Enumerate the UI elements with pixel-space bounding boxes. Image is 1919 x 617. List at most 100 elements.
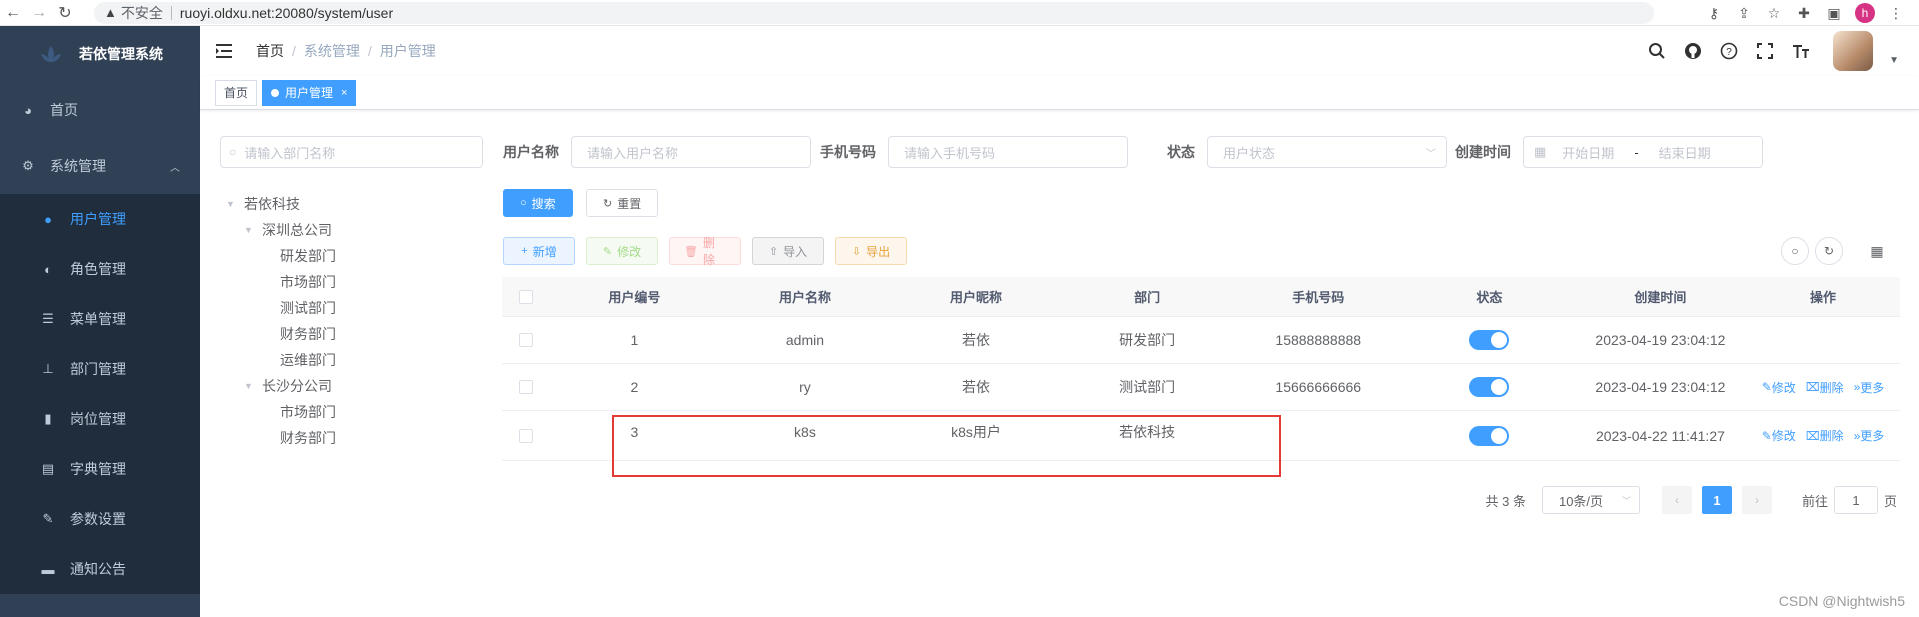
github-icon[interactable]	[1683, 41, 1703, 61]
double-arrow-right-icon: »	[1853, 380, 1861, 394]
question-icon[interactable]: ?	[1719, 41, 1739, 61]
tree-node[interactable]: 市场部门	[226, 399, 336, 425]
row-checkbox[interactable]	[502, 380, 549, 394]
dept-search-input[interactable]: ○ 请输入部门名称	[220, 136, 483, 168]
op-label: 修改	[1771, 380, 1796, 395]
caret-down-icon[interactable]: ▼	[244, 225, 256, 235]
edit-button[interactable]: ✎ 修改	[586, 237, 658, 265]
sidebar-item-user[interactable]: ● 用户管理	[0, 194, 200, 244]
profile-avatar[interactable]: h	[1855, 3, 1875, 23]
date-range-picker[interactable]: ▦ 开始日期 - 结束日期	[1523, 136, 1763, 168]
reload-icon[interactable]: ↻	[52, 0, 78, 26]
tag-home[interactable]: 首页	[215, 79, 258, 106]
font-size-icon[interactable]	[1791, 41, 1811, 61]
add-button[interactable]: + 新增	[503, 237, 575, 265]
phone-input[interactable]: 请输入手机号码	[888, 136, 1128, 168]
next-page-button[interactable]: ›	[1741, 486, 1772, 514]
export-button[interactable]: ⇩ 导出	[835, 237, 907, 265]
status-switch[interactable]	[1404, 377, 1575, 397]
caret-down-icon[interactable]: ▼	[244, 381, 256, 391]
sidebar-item-notice[interactable]: ▬ 通知公告	[0, 544, 200, 594]
tree-node[interactable]: ▼ 长沙分公司	[226, 373, 336, 399]
row-delete-link[interactable]: ⌧ 删除	[1806, 427, 1844, 444]
back-icon[interactable]: ←	[0, 0, 26, 26]
tree-node[interactable]: 运维部门	[226, 347, 336, 373]
search-button[interactable]: ○ 搜索	[503, 189, 573, 217]
hamburger-icon[interactable]	[216, 43, 236, 59]
svg-text:?: ?	[1726, 47, 1732, 58]
caret-down-icon[interactable]: ▼	[226, 199, 238, 209]
pagination-total: 共 3 条	[1485, 493, 1526, 509]
key-icon[interactable]: ⚷	[1705, 4, 1723, 22]
address-bar[interactable]: ▲ 不安全 ruoyi.oldxu.net:20080/system/user	[94, 1, 1654, 24]
tree-node[interactable]: 测试部门	[226, 295, 336, 321]
star-icon[interactable]: ☆	[1765, 4, 1783, 22]
fullscreen-icon[interactable]	[1755, 41, 1775, 61]
post-icon: ▮	[44, 411, 52, 426]
edit-icon: ✎	[1761, 428, 1772, 443]
status-select[interactable]: 用户状态 ﹀	[1207, 136, 1447, 168]
page-size-value: 10条/页	[1558, 493, 1604, 509]
row-delete-link[interactable]: ⌧ 删除	[1806, 379, 1844, 396]
username-input[interactable]: 请输入用户名称	[571, 136, 811, 168]
user-avatar[interactable]	[1833, 31, 1874, 71]
sidebar-item-dict[interactable]: ▤ 字典管理	[0, 444, 200, 494]
page-number[interactable]: 1	[1701, 486, 1732, 514]
forward-icon[interactable]: →	[26, 0, 52, 26]
search-icon[interactable]	[1647, 41, 1667, 61]
tag-user-management[interactable]: 用户管理 ×	[262, 79, 357, 106]
caret-down-icon[interactable]: ▼	[1889, 55, 1899, 66]
refresh-icon[interactable]: ↻	[1815, 237, 1843, 265]
sidebar-item-config[interactable]: ✎ 参数设置	[0, 494, 200, 544]
prev-page-button[interactable]: ‹	[1661, 486, 1692, 514]
import-button[interactable]: ⇧ 导入	[752, 237, 824, 265]
chevron-down-icon: ﹀	[1621, 495, 1631, 506]
row-edit-link[interactable]: ✎ 修改	[1762, 427, 1796, 444]
sidebar-item-label: 部门管理	[70, 361, 126, 377]
row-edit-link[interactable]: ✎ 修改	[1762, 379, 1796, 396]
sidebar-item-label: 角色管理	[70, 261, 126, 277]
share-icon[interactable]: ⇪	[1735, 4, 1753, 22]
logo-icon	[41, 46, 61, 62]
sidebar-item-label: 菜单管理	[70, 311, 126, 327]
sidebar-brand[interactable]: 若依管理系统	[0, 26, 200, 82]
page-size-select[interactable]: 10条/页 ﹀	[1541, 486, 1640, 514]
columns-grid-icon[interactable]: ▦	[1863, 237, 1891, 265]
select-all-checkbox[interactable]	[502, 289, 549, 304]
more-vert-icon[interactable]: ⋮	[1887, 4, 1905, 22]
tree-node[interactable]: 财务部门	[226, 321, 336, 347]
toggle-search-icon[interactable]: ○	[1781, 237, 1809, 265]
warning-icon: ▲	[104, 5, 117, 20]
pagination-goto: 前往 1 页	[1802, 486, 1897, 514]
tree-node[interactable]: 市场部门	[226, 269, 336, 295]
goto-page-input[interactable]: 1	[1833, 486, 1878, 514]
table-header: 用户编号 用户名称 用户昵称 部门 手机号码 状态 创建时间 操作	[502, 277, 1900, 317]
sidebar-item-menu[interactable]: ☰ 菜单管理	[0, 294, 200, 344]
upload-icon: ⇧	[768, 245, 779, 258]
extensions-icon[interactable]: ✚	[1795, 4, 1813, 22]
status-label: 状态	[1167, 144, 1195, 160]
reset-button[interactable]: ↻ 重置	[586, 189, 659, 217]
row-checkbox[interactable]	[502, 333, 549, 347]
delete-button[interactable]: 🗑 删除	[669, 236, 741, 267]
sidebar-item-dept[interactable]: ⊥ 部门管理	[0, 344, 200, 394]
row-more-link[interactable]: » 更多	[1854, 379, 1885, 396]
sidebar-item-home[interactable]: ◕ 首页	[0, 82, 200, 138]
sidepanel-icon[interactable]: ▣	[1825, 4, 1843, 22]
row-more-link[interactable]: » 更多	[1854, 427, 1885, 444]
tree-node[interactable]: ▼ 若依科技	[226, 191, 336, 217]
sidebar-item-role[interactable]: ◐ 角色管理	[0, 244, 200, 294]
tree-node[interactable]: 研发部门	[226, 243, 336, 269]
breadcrumb-separator: /	[292, 43, 296, 59]
sidebar-item-system[interactable]: ⚙ 系统管理 ︿	[0, 138, 200, 194]
sidebar-item-post[interactable]: ▮ 岗位管理	[0, 394, 200, 444]
row-checkbox[interactable]	[502, 428, 549, 443]
status-switch[interactable]	[1404, 330, 1575, 350]
breadcrumb-home[interactable]: 首页	[256, 41, 284, 61]
tree-node[interactable]: ▼ 深圳总公司	[226, 217, 336, 243]
page-unit-label: 页	[1883, 493, 1897, 509]
status-switch[interactable]	[1404, 425, 1575, 446]
trash-icon: 🗑	[684, 245, 698, 258]
tree-node[interactable]: 财务部门	[226, 425, 336, 451]
close-icon[interactable]: ×	[341, 81, 347, 105]
